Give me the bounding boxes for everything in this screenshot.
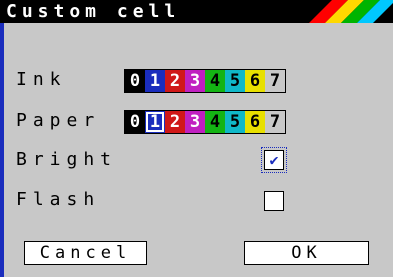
custom-cell-dialog: Custom cell Ink 01234567 Paper 01234567 … (0, 0, 393, 277)
title-bar: Custom cell (0, 0, 393, 23)
ink-label: Ink (16, 69, 67, 90)
ink-swatch-4[interactable]: 4 (205, 70, 225, 92)
paper-swatch-5[interactable]: 5 (225, 111, 245, 133)
ink-palette: 01234567 (124, 69, 286, 93)
ink-swatch-2[interactable]: 2 (165, 70, 185, 92)
ink-swatch-6[interactable]: 6 (245, 70, 265, 92)
ink-swatch-1[interactable]: 1 (145, 70, 165, 92)
flash-checkbox[interactable] (264, 191, 284, 211)
bright-label: Bright (16, 149, 118, 170)
ink-swatch-5[interactable]: 5 (225, 70, 245, 92)
window-title: Custom cell (6, 1, 181, 22)
flash-label: Flash (16, 189, 101, 210)
paper-swatch-2[interactable]: 2 (165, 111, 185, 133)
paper-swatch-6[interactable]: 6 (245, 111, 265, 133)
checkmark-icon: ✔ (269, 151, 279, 169)
paper-swatch-4[interactable]: 4 (205, 111, 225, 133)
paper-swatch-1[interactable]: 1 (145, 111, 165, 133)
ink-swatch-7[interactable]: 7 (265, 70, 285, 92)
ink-swatch-0[interactable]: 0 (125, 70, 145, 92)
window-left-edge (0, 0, 4, 277)
ink-swatch-3[interactable]: 3 (185, 70, 205, 92)
paper-swatch-7[interactable]: 7 (265, 111, 285, 133)
paper-label: Paper (16, 110, 101, 131)
cancel-button[interactable]: Cancel (24, 241, 147, 265)
ok-button[interactable]: OK (244, 241, 369, 265)
bright-checkbox[interactable]: ✔ (261, 147, 287, 173)
rainbow-stripes-logo (309, 0, 393, 23)
paper-swatch-3[interactable]: 3 (185, 111, 205, 133)
paper-palette: 01234567 (124, 110, 286, 134)
paper-swatch-0[interactable]: 0 (125, 111, 145, 133)
